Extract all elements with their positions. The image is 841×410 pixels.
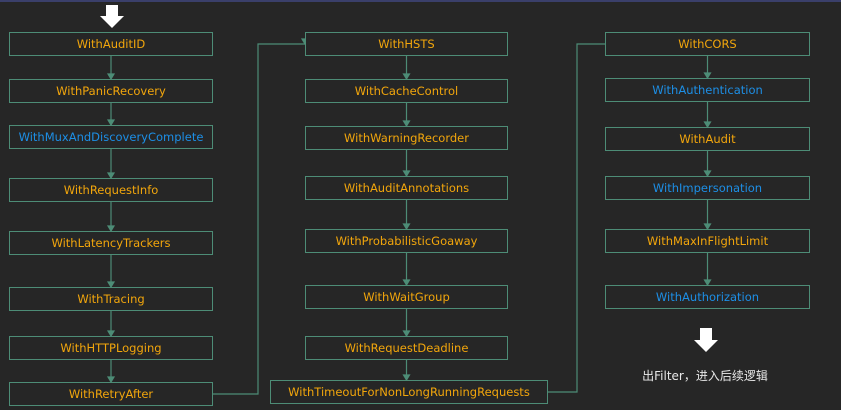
filter-box: WithWarningRecorder: [305, 126, 508, 150]
filter-box: WithWaitGroup: [305, 285, 508, 309]
filter-box: WithAuthentication: [605, 78, 810, 102]
filter-box: WithProbabilisticGoaway: [305, 229, 508, 253]
filter-box: WithRetryAfter: [9, 382, 213, 406]
filter-box: WithAuditAnnotations: [305, 176, 508, 200]
filter-box: WithMuxAndDiscoveryComplete: [9, 125, 213, 149]
filter-box: WithAudit: [605, 127, 810, 151]
filter-box: WithCORS: [605, 32, 810, 56]
filter-box: WithMaxInFlightLimit: [605, 229, 810, 253]
filter-box: WithLatencyTrackers: [9, 231, 213, 255]
connector: [548, 43, 605, 393]
filter-box: WithAuthorization: [605, 285, 810, 309]
filter-box: WithRequestDeadline: [305, 336, 508, 360]
filter-box: WithTracing: [9, 287, 213, 311]
exit-arrow-icon: [694, 328, 718, 352]
entry-arrow-icon: [100, 5, 124, 28]
filter-box: WithRequestInfo: [9, 178, 213, 202]
filter-box: WithAuditID: [9, 32, 213, 56]
filter-box: WithCacheControl: [305, 79, 508, 103]
filter-box: WithHSTS: [305, 32, 508, 56]
filter-box: WithPanicRecovery: [9, 79, 213, 103]
connector: [213, 43, 305, 395]
filter-box: WithImpersonation: [605, 176, 810, 200]
filter-box: WithTimeoutForNonLongRunningRequests: [270, 380, 548, 404]
exit-note: 出Filter，进入后续逻辑: [642, 369, 768, 383]
filter-box: WithHTTPLogging: [9, 336, 213, 360]
